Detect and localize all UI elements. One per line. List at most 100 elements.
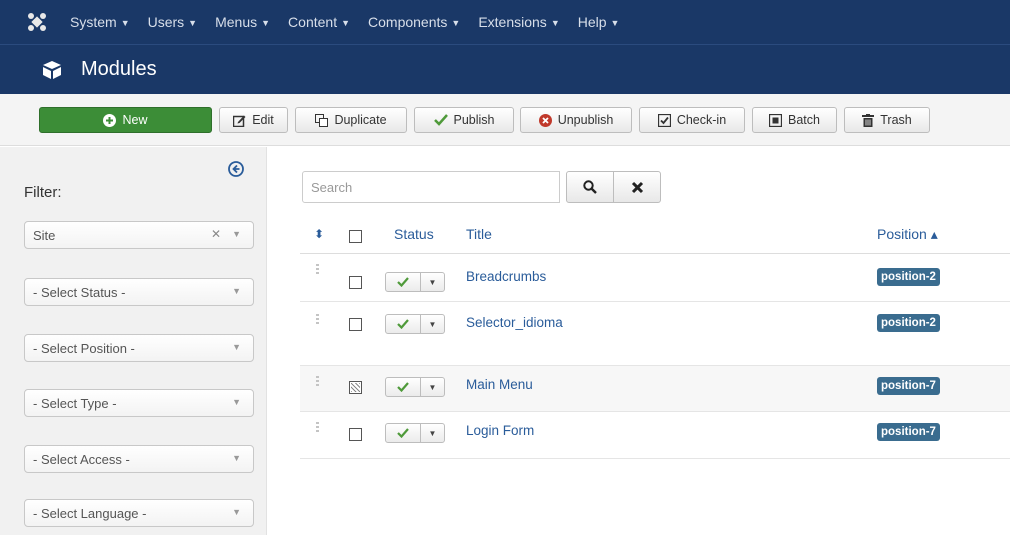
position-filter-select[interactable]: - Select Position - ▼: [24, 334, 254, 362]
status-filter-select[interactable]: - Select Status - ▼: [24, 278, 254, 306]
copy-icon: [315, 113, 329, 127]
client-select[interactable]: Site ✕ ▼: [24, 221, 254, 249]
published-check-icon[interactable]: [386, 315, 421, 333]
menu-label: System: [70, 14, 117, 30]
collapse-sidebar-icon[interactable]: [228, 161, 244, 177]
menu-components[interactable]: Components ▼: [368, 14, 460, 30]
type-filter-select[interactable]: - Select Type - ▼: [24, 389, 254, 417]
duplicate-button-label: Duplicate: [334, 113, 387, 127]
filter-label: Filter:: [24, 184, 62, 201]
unpublish-button-label: Unpublish: [557, 113, 614, 127]
position-badge: position-7: [877, 423, 940, 441]
search-button[interactable]: [566, 171, 614, 203]
check-icon: [433, 114, 448, 126]
drag-handle-icon[interactable]: [316, 264, 320, 276]
table-row: ▼ Breadcrumbs position-2: [300, 254, 1010, 302]
drag-handle-icon[interactable]: [316, 422, 320, 434]
sort-icon[interactable]: ⬍: [314, 227, 324, 241]
position-column-header[interactable]: Position ▴: [877, 226, 938, 243]
menu-system[interactable]: System ▼: [70, 14, 130, 30]
search-input[interactable]: [302, 171, 560, 203]
duplicate-button[interactable]: Duplicate: [295, 107, 407, 133]
chevron-down-icon: ▼: [232, 342, 241, 352]
top-navbar: System ▼ Users ▼ Menus ▼ Content ▼ Component…: [0, 0, 1010, 44]
row-checkbox[interactable]: [349, 381, 362, 394]
caret-down-icon[interactable]: ▼: [421, 315, 444, 333]
chevron-down-icon: ▼: [232, 286, 241, 296]
row-checkbox[interactable]: [349, 318, 362, 331]
search-icon: [583, 180, 597, 194]
status-toggle[interactable]: ▼: [385, 314, 445, 334]
status-toggle[interactable]: ▼: [385, 272, 445, 292]
menu-content[interactable]: Content ▼: [288, 14, 350, 30]
caret-down-icon[interactable]: ▼: [421, 424, 444, 442]
edit-icon: [233, 114, 246, 127]
menu-label: Extensions: [478, 14, 547, 30]
clear-search-button[interactable]: [613, 171, 661, 203]
menu-label: Users: [147, 14, 185, 30]
status-toggle[interactable]: ▼: [385, 377, 445, 397]
client-select-value: Site: [33, 227, 56, 243]
chevron-down-icon: ▼: [232, 453, 241, 463]
published-check-icon[interactable]: [386, 273, 421, 291]
select-label: - Select Type -: [33, 395, 117, 411]
language-filter-select[interactable]: - Select Language - ▼: [24, 499, 254, 527]
title-column-header[interactable]: Title: [466, 226, 492, 242]
close-icon: [631, 181, 643, 193]
batch-button-label: Batch: [788, 113, 820, 127]
select-label: - Select Language -: [33, 505, 147, 521]
module-title-link[interactable]: Login Form: [466, 423, 534, 438]
status-toggle[interactable]: ▼: [385, 423, 445, 443]
menu-label: Components: [368, 14, 448, 30]
caret-down-icon[interactable]: ▼: [421, 378, 444, 396]
published-check-icon[interactable]: [386, 378, 421, 396]
caret-down-icon: ▼: [188, 18, 198, 28]
row-checkbox[interactable]: [349, 276, 362, 289]
unpublish-button[interactable]: Unpublish: [520, 107, 632, 133]
caret-down-icon: ▼: [550, 18, 560, 28]
chevron-down-icon: ▼: [232, 397, 241, 407]
menu-extensions[interactable]: Extensions ▼: [478, 14, 559, 30]
edit-button-label: Edit: [252, 113, 274, 127]
trash-button[interactable]: Trash: [844, 107, 930, 133]
access-filter-select[interactable]: - Select Access - ▼: [24, 445, 254, 473]
page-title: Modules: [81, 58, 157, 80]
checkbox-icon: [657, 113, 671, 127]
table-row: ▼ Main Menu position-7: [300, 365, 1010, 412]
unpublish-icon: [538, 113, 552, 127]
filter-sidebar: Filter: Site ✕ ▼ - Select Status - ▼ - S…: [0, 147, 267, 535]
menu-users[interactable]: Users ▼: [148, 14, 197, 30]
drag-handle-icon[interactable]: [316, 376, 320, 388]
drag-handle-icon[interactable]: [316, 314, 320, 326]
batch-button[interactable]: Batch: [752, 107, 837, 133]
position-badge: position-7: [877, 377, 940, 395]
edit-button[interactable]: Edit: [219, 107, 288, 133]
clear-icon[interactable]: ✕: [211, 227, 221, 241]
status-column-header[interactable]: Status: [394, 226, 434, 242]
trash-button-label: Trash: [880, 113, 912, 127]
menu-menus[interactable]: Menus ▼: [215, 14, 270, 30]
select-all-checkbox[interactable]: [349, 230, 362, 243]
menu-label: Help: [577, 14, 607, 30]
joomla-logo-icon[interactable]: [22, 7, 52, 37]
row-checkbox[interactable]: [349, 428, 362, 441]
toolbar: New Edit Duplicate Publish Unpublish Che…: [0, 94, 1010, 146]
check-in-button-label: Check-in: [676, 113, 727, 127]
new-button-label: New: [122, 113, 148, 127]
batch-icon: [769, 113, 783, 127]
main-menu: System ▼ Users ▼ Menus ▼ Content ▼ Component…: [70, 14, 637, 30]
menu-label: Menus: [215, 14, 258, 30]
module-title-link[interactable]: Main Menu: [466, 377, 533, 392]
caret-down-icon[interactable]: ▼: [421, 273, 444, 291]
trash-icon: [862, 113, 875, 127]
new-button[interactable]: New: [39, 107, 212, 133]
module-title-link[interactable]: Selector_idioma: [466, 315, 563, 330]
caret-down-icon: ▼: [341, 18, 351, 28]
module-title-link[interactable]: Breadcrumbs: [466, 269, 546, 284]
menu-help[interactable]: Help ▼: [578, 14, 620, 30]
menu-label: Content: [288, 14, 338, 30]
published-check-icon[interactable]: [386, 424, 421, 442]
check-in-button[interactable]: Check-in: [639, 107, 745, 133]
publish-button[interactable]: Publish: [414, 107, 514, 133]
chevron-down-icon: ▼: [232, 229, 241, 239]
